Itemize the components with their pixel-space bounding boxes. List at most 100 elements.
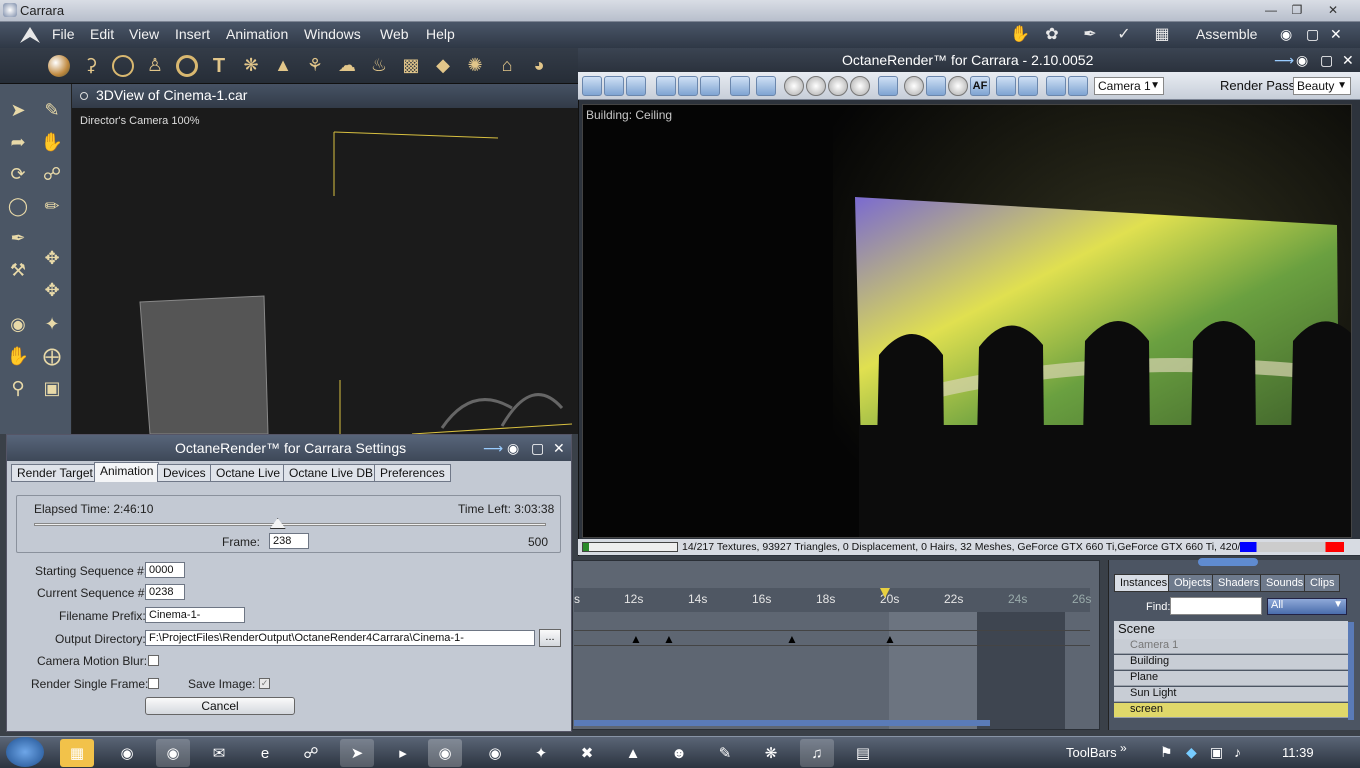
tab-shaders[interactable]: Shaders bbox=[1212, 574, 1265, 592]
sphere-render-icon[interactable] bbox=[904, 76, 924, 96]
terminal-icon[interactable]: ▸ bbox=[386, 739, 420, 767]
dolly-tool-icon[interactable]: ✦ bbox=[38, 310, 66, 338]
firefox-icon[interactable]: ◉ bbox=[156, 739, 190, 767]
ring-icon[interactable] bbox=[176, 55, 198, 77]
text-icon[interactable]: T bbox=[208, 55, 230, 77]
tab-octane-live[interactable]: Octane Live bbox=[210, 464, 287, 482]
unity-icon[interactable]: ❋ bbox=[754, 739, 788, 767]
keyframe-track[interactable]: ▲ ▲ ▲ ▲ bbox=[574, 630, 1090, 646]
gimp-icon[interactable]: ☻ bbox=[662, 739, 696, 767]
hammer-tool-icon[interactable]: ⚒ bbox=[4, 256, 32, 284]
menu-view[interactable]: View bbox=[129, 26, 159, 42]
menu-windows[interactable]: Windows bbox=[304, 26, 361, 42]
notepad-icon[interactable]: ▤ bbox=[846, 739, 880, 767]
vortex-icon[interactable]: ✺ bbox=[464, 55, 486, 77]
close-icon[interactable]: ✕ bbox=[553, 440, 565, 457]
arrow-select-icon[interactable]: ➤ bbox=[4, 96, 32, 124]
action-center-flag-icon[interactable]: ⚑ bbox=[1160, 744, 1173, 761]
tab-sounds[interactable]: Sounds bbox=[1260, 574, 1310, 592]
cloud-icon[interactable]: ☁ bbox=[336, 55, 358, 77]
menu-edit[interactable]: Edit bbox=[90, 26, 114, 42]
film-icon[interactable] bbox=[926, 76, 946, 96]
pin-icon[interactable]: ⟶ bbox=[483, 440, 503, 457]
tab-devices[interactable]: Devices bbox=[157, 464, 212, 482]
fire-icon[interactable]: ♨ bbox=[368, 55, 390, 77]
room-storyboard-icon[interactable]: ✿ bbox=[1040, 24, 1064, 46]
frame-input[interactable]: 238 bbox=[269, 533, 309, 549]
close-room-icon[interactable]: ✕ bbox=[1330, 26, 1342, 43]
eye-icon[interactable]: ◉ bbox=[1296, 52, 1308, 69]
blender-icon[interactable]: ◉ bbox=[478, 739, 512, 767]
clock[interactable]: 11:39 bbox=[1282, 745, 1314, 760]
sphere-icon[interactable] bbox=[48, 55, 70, 77]
pan-tool-icon[interactable]: ✋ bbox=[4, 342, 32, 370]
undo-icon[interactable] bbox=[996, 76, 1016, 96]
import-icon[interactable] bbox=[604, 76, 624, 96]
timeline-scrollbar[interactable] bbox=[574, 720, 990, 726]
house-icon[interactable]: ⌂ bbox=[496, 55, 518, 77]
scene-item-screen[interactable]: screen bbox=[1114, 703, 1348, 718]
close-icon[interactable]: ✕ bbox=[1342, 52, 1354, 69]
camera-select[interactable]: Camera 1 ▼ bbox=[1094, 77, 1164, 95]
torus-tool-icon[interactable]: ◯ bbox=[4, 192, 32, 220]
view-menu-icon[interactable] bbox=[80, 92, 88, 100]
keyframe-icon[interactable]: ▲ bbox=[663, 632, 675, 646]
tab-render-target[interactable]: Render Target bbox=[11, 464, 99, 482]
close-button[interactable]: ✕ bbox=[1322, 2, 1344, 18]
track-tool-icon[interactable]: ⨁ bbox=[38, 342, 66, 370]
network-icon[interactable]: ▣ bbox=[1210, 744, 1223, 761]
folder-icon[interactable] bbox=[626, 76, 646, 96]
room-texture-icon[interactable]: ✒ bbox=[1078, 24, 1102, 46]
scene-item-plane[interactable]: Plane bbox=[1114, 671, 1348, 686]
move-tool-icon[interactable]: ✥ bbox=[38, 244, 66, 272]
copy-icon[interactable] bbox=[656, 76, 676, 96]
lock-icon[interactable] bbox=[878, 76, 898, 96]
volume-icon[interactable]: ♪ bbox=[1234, 744, 1241, 760]
ie-icon[interactable]: e bbox=[248, 739, 282, 767]
play-icon[interactable] bbox=[806, 76, 826, 96]
sync-icon[interactable] bbox=[700, 76, 720, 96]
move-plane-icon[interactable]: ✥ bbox=[38, 276, 66, 304]
tab-octane-live-db[interactable]: Octane Live DB bbox=[283, 464, 380, 482]
autofocus-icon[interactable]: AF bbox=[970, 76, 990, 96]
bowl-icon[interactable]: ◕ bbox=[528, 55, 550, 77]
render-pass-select[interactable]: Beauty ▼ bbox=[1293, 77, 1351, 95]
scene-tree-root[interactable]: Scene bbox=[1114, 621, 1348, 639]
box-tool-icon[interactable]: ▣ bbox=[38, 374, 66, 402]
browse-button[interactable]: ... bbox=[539, 629, 561, 647]
dropbox-icon[interactable]: ◆ bbox=[1186, 744, 1197, 761]
figure-icon[interactable]: ♙ bbox=[144, 55, 166, 77]
render-preview[interactable] bbox=[582, 104, 1352, 538]
panel-collapse-handle[interactable] bbox=[1198, 558, 1258, 566]
camera-tool-icon[interactable]: ◉ bbox=[4, 310, 32, 338]
eye-icon[interactable]: ◉ bbox=[507, 440, 519, 457]
maximize-icon[interactable]: ▢ bbox=[531, 440, 544, 457]
goblet-icon[interactable]: ⚳ bbox=[80, 55, 102, 77]
cube-grid-icon[interactable]: ▩ bbox=[400, 55, 422, 77]
render-single-frame-checkbox[interactable] bbox=[148, 678, 159, 689]
screen-icon[interactable] bbox=[1018, 76, 1038, 96]
sketch-icon[interactable]: ✎ bbox=[708, 739, 742, 767]
particles-icon[interactable]: ❋ bbox=[240, 55, 262, 77]
room-model-icon[interactable]: ✋ bbox=[1008, 24, 1032, 46]
tab-instances[interactable]: Instances bbox=[1114, 574, 1174, 592]
terrain-icon[interactable]: ▲ bbox=[272, 55, 294, 77]
keyframe-icon[interactable]: ▲ bbox=[786, 632, 798, 646]
thunderbird-icon[interactable]: ✉ bbox=[202, 739, 236, 767]
itunes-icon[interactable]: ♫ bbox=[800, 739, 834, 767]
octane-task-icon[interactable]: ◉ bbox=[428, 739, 462, 767]
carrara-task-icon[interactable]: ➤ bbox=[340, 739, 374, 767]
current-sequence-input[interactable]: 0238 bbox=[145, 584, 185, 600]
room-render-icon[interactable]: ✓ bbox=[1112, 24, 1136, 46]
brush-tool-icon[interactable]: ✏ bbox=[38, 192, 66, 220]
save-icon[interactable] bbox=[678, 76, 698, 96]
zoom-tool-icon[interactable]: ⚲ bbox=[4, 374, 32, 402]
camera-settings-icon[interactable] bbox=[1068, 76, 1088, 96]
scene-scrollbar[interactable] bbox=[1348, 622, 1354, 720]
minimize-button[interactable]: — bbox=[1260, 2, 1282, 18]
maximize-icon[interactable]: ▢ bbox=[1320, 52, 1333, 69]
book-icon[interactable] bbox=[756, 76, 776, 96]
cancel-button[interactable]: Cancel bbox=[145, 697, 295, 715]
frame-slider-track[interactable] bbox=[34, 523, 546, 526]
toolbars-label[interactable]: ToolBars bbox=[1066, 745, 1117, 760]
